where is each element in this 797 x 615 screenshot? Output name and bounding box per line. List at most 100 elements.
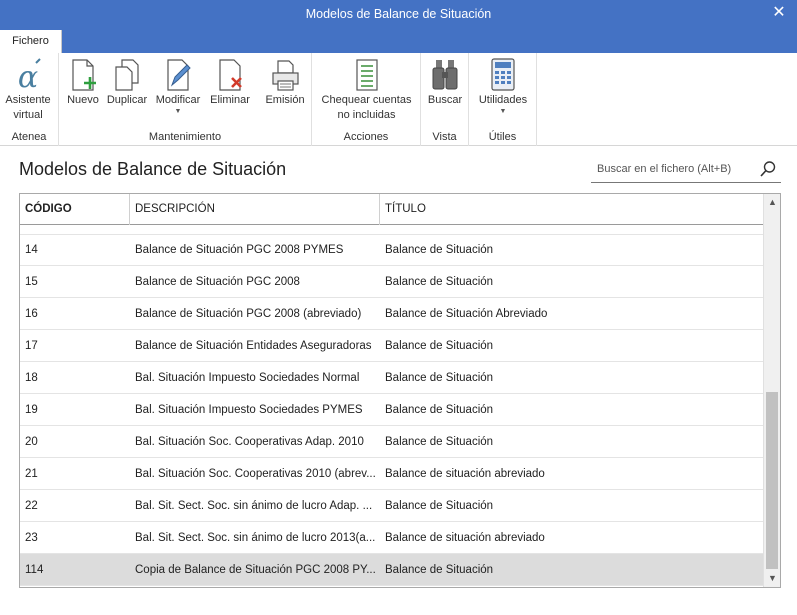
cell-titulo: Balance de Situación bbox=[385, 404, 494, 416]
ribbon-group-atenea: α Asistente virtual Atenea bbox=[0, 53, 59, 146]
cell-descripcion: Balance de Situación PGC 2008 bbox=[135, 276, 300, 288]
grid-header: CÓDIGO DESCRIPCIÓN TÍTULO bbox=[20, 194, 763, 225]
scrollbar-thumb[interactable] bbox=[766, 392, 778, 569]
calculator-icon bbox=[491, 58, 515, 91]
cell-titulo: Balance de situación abreviado bbox=[385, 532, 545, 544]
cell-titulo: Balance de Situación bbox=[385, 436, 494, 448]
vertical-scrollbar[interactable]: ▲ ▼ bbox=[763, 194, 780, 587]
ribbon-group-mantenimiento: Nuevo Duplicar Modificar ▼ Eliminar Emis… bbox=[59, 53, 312, 146]
grid-rows: 14 Balance de Situación PGC 2008 PYMES Bal… bbox=[20, 234, 763, 586]
ribbon-group-vista: Buscar Vista bbox=[421, 53, 469, 146]
table-row[interactable]: 114 Copia de Balance de Situación PGC 200… bbox=[20, 554, 763, 586]
nuevo-button[interactable]: Nuevo bbox=[64, 57, 102, 108]
eliminar-label: Eliminar bbox=[210, 94, 250, 106]
printer-icon bbox=[272, 60, 299, 91]
cell-titulo: Balance de Situación Abreviado bbox=[385, 308, 548, 320]
tab-fichero[interactable]: Fichero bbox=[0, 30, 62, 54]
title-bar: Modelos de Balance de Situación ✕ bbox=[0, 0, 797, 30]
cell-titulo: Balance de Situación bbox=[385, 500, 494, 512]
search-icon[interactable] bbox=[759, 160, 777, 178]
cell-codigo: 17 bbox=[25, 340, 38, 352]
cell-titulo: Balance de Situación bbox=[385, 244, 494, 256]
cell-descripcion: Bal. Sit. Sect. Soc. sin ánimo de lucro … bbox=[135, 500, 373, 512]
duplicar-button[interactable]: Duplicar bbox=[104, 57, 150, 108]
close-icon[interactable]: ✕ bbox=[769, 3, 789, 23]
chevron-down-icon: ▼ bbox=[174, 108, 182, 115]
cell-codigo: 114 bbox=[25, 564, 44, 576]
table-row[interactable]: 16 Balance de Situación PGC 2008 (abrevia… bbox=[20, 298, 763, 330]
utilidades-label: Utilidades bbox=[478, 94, 528, 106]
cell-descripcion: Bal. Situación Soc. Cooperativas 2010 (a… bbox=[135, 468, 376, 480]
table-row[interactable]: 23 Bal. Sit. Sect. Soc. sin ánimo de lucr… bbox=[20, 522, 763, 554]
chequear-cuentas-button[interactable]: Chequear cuentas no incluidas bbox=[316, 57, 417, 123]
emision-button[interactable]: Emisión bbox=[262, 57, 308, 108]
chequear-label-1: Chequear cuentas bbox=[321, 94, 412, 106]
scroll-up-icon[interactable]: ▲ bbox=[764, 194, 780, 211]
window-title: Modelos de Balance de Situación bbox=[305, 7, 492, 21]
column-header-descripcion[interactable]: DESCRIPCIÓN bbox=[130, 194, 380, 225]
table-row[interactable]: 20 Bal. Situación Soc. Cooperativas Adap.… bbox=[20, 426, 763, 458]
table-row[interactable]: 17 Balance de Situación Entidades Asegura… bbox=[20, 330, 763, 362]
column-header-titulo[interactable]: TÍTULO bbox=[380, 194, 763, 225]
buscar-label: Buscar bbox=[427, 94, 463, 106]
cell-codigo: 14 bbox=[25, 244, 38, 256]
utilidades-button[interactable]: Utilidades ▼ bbox=[475, 57, 531, 116]
svg-text:α: α bbox=[18, 60, 38, 93]
duplicate-icon bbox=[115, 59, 139, 91]
cell-codigo: 15 bbox=[25, 276, 38, 288]
cell-titulo: Balance de Situación bbox=[385, 564, 494, 576]
cell-descripcion: Bal. Situación Impuesto Sociedades Norma… bbox=[135, 372, 360, 384]
ribbon-group-acciones: Chequear cuentas no incluidas Acciones bbox=[312, 53, 421, 146]
emision-label: Emisión bbox=[265, 94, 305, 106]
table-row[interactable]: 14 Balance de Situación PGC 2008 PYMES Bal… bbox=[20, 234, 763, 266]
ribbon-group-label-vista: Vista bbox=[432, 131, 457, 143]
binoculars-icon bbox=[432, 60, 458, 90]
search-input[interactable]: Buscar en el fichero (Alt+B) bbox=[597, 163, 731, 175]
ribbon-group-utiles: Utilidades ▼ Útiles bbox=[469, 53, 537, 146]
new-document-icon bbox=[72, 59, 96, 91]
chequear-label-2: no incluidas bbox=[337, 109, 396, 121]
buscar-button[interactable]: Buscar bbox=[425, 57, 465, 108]
column-header-codigo[interactable]: CÓDIGO bbox=[20, 194, 130, 225]
cell-titulo: Balance de Situación bbox=[385, 372, 494, 384]
duplicar-label: Duplicar bbox=[106, 94, 148, 106]
cell-descripcion: Copia de Balance de Situación PGC 2008 P… bbox=[135, 564, 376, 576]
cell-descripcion: Balance de Situación PGC 2008 PYMES bbox=[135, 244, 344, 256]
eliminar-button[interactable]: Eliminar bbox=[207, 57, 253, 108]
table-row[interactable]: 18 Bal. Situación Impuesto Sociedades Nor… bbox=[20, 362, 763, 394]
cell-titulo: Balance de Situación bbox=[385, 340, 494, 352]
table-row[interactable]: 15 Balance de Situación PGC 2008 Balance d… bbox=[20, 266, 763, 298]
ribbon: α Asistente virtual Atenea Nuevo Duplica… bbox=[0, 53, 797, 146]
modificar-button[interactable]: Modificar ▼ bbox=[152, 57, 204, 116]
cell-titulo: Balance de Situación bbox=[385, 276, 494, 288]
cell-titulo: Balance de situación abreviado bbox=[385, 468, 545, 480]
ribbon-group-label-utiles: Útiles bbox=[488, 131, 517, 143]
asistente-label-1: Asistente bbox=[5, 94, 51, 106]
cell-codigo: 19 bbox=[25, 404, 38, 416]
nuevo-label: Nuevo bbox=[67, 94, 99, 106]
page-title: Modelos de Balance de Situación bbox=[19, 159, 287, 179]
cell-codigo: 21 bbox=[25, 468, 38, 480]
cell-descripcion: Bal. Situación Impuesto Sociedades PYMES bbox=[135, 404, 363, 416]
cell-descripcion: Balance de Situación Entidades Asegurado… bbox=[135, 340, 372, 352]
chevron-down-icon: ▼ bbox=[499, 108, 507, 115]
cell-codigo: 16 bbox=[25, 308, 38, 320]
modificar-label: Modificar bbox=[155, 94, 201, 106]
edit-document-icon bbox=[167, 59, 191, 91]
alpha-icon: α bbox=[18, 58, 41, 93]
ribbon-group-label-acciones: Acciones bbox=[343, 131, 389, 143]
asistente-virtual-button[interactable]: α Asistente virtual bbox=[2, 57, 54, 123]
table-row[interactable]: 22 Bal. Sit. Sect. Soc. sin ánimo de lucr… bbox=[20, 490, 763, 522]
scroll-down-icon[interactable]: ▼ bbox=[764, 570, 780, 587]
table-row[interactable]: 19 Bal. Situación Impuesto Sociedades PYM… bbox=[20, 394, 763, 426]
cell-codigo: 20 bbox=[25, 436, 38, 448]
ribbon-group-label-atenea: Atenea bbox=[11, 131, 47, 143]
check-list-icon bbox=[355, 59, 378, 91]
data-grid: CÓDIGO DESCRIPCIÓN TÍTULO 14 Balance de S… bbox=[19, 193, 781, 588]
cell-codigo: 22 bbox=[25, 500, 38, 512]
delete-document-icon bbox=[219, 59, 242, 91]
search-box[interactable]: Buscar en el fichero (Alt+B) bbox=[591, 157, 781, 183]
asistente-label-2: virtual bbox=[13, 109, 43, 121]
cell-codigo: 18 bbox=[25, 372, 38, 384]
table-row[interactable]: 21 Bal. Situación Soc. Cooperativas 2010 … bbox=[20, 458, 763, 490]
